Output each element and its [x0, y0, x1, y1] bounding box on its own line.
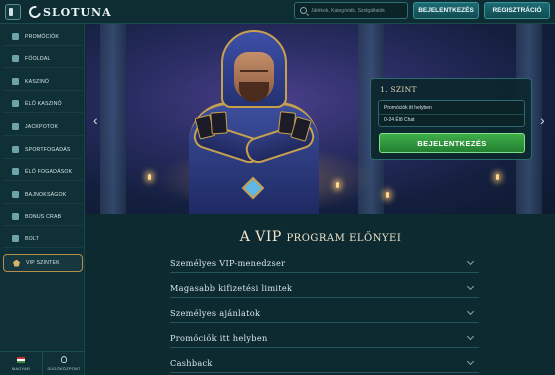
sidebar-footer: MAGYAR SÚGÓKÖZPONT: [0, 351, 85, 375]
sidebar-item-label: VIP SZINTEK: [26, 260, 60, 266]
search-box[interactable]: [294, 2, 408, 19]
vip-title-main: A VIP: [239, 229, 282, 245]
diamond-icon: [13, 259, 20, 267]
pillar-decoration: [100, 24, 126, 214]
site-logo[interactable]: SLOTUNA: [26, 3, 112, 21]
shop-icon: [12, 235, 19, 242]
sidebar-item-label: PROMÓCIÓK: [25, 33, 60, 40]
benefit-label: Magasabb kifizetési limitek: [170, 282, 293, 293]
help-center-label: SÚGÓKÖZPONT: [47, 366, 81, 371]
sidebar-item-vip-levels[interactable]: VIP SZINTEK: [3, 254, 83, 272]
search-input[interactable]: [311, 7, 406, 14]
benefit-accordion-item[interactable]: Személyes ajánlatok: [170, 303, 479, 323]
hooded-wizard-illustration: [171, 30, 336, 214]
chevron-down-icon: [466, 357, 475, 365]
chevron-left-icon[interactable]: ‹: [93, 112, 98, 128]
benefit-accordion-item[interactable]: Magasabb kifizetési limitek: [170, 278, 479, 298]
jackpot-icon: [12, 123, 19, 130]
sidebar-item-home[interactable]: FŐOLDAL: [3, 50, 83, 68]
sidebar-item-bonus-crab[interactable]: BONUS CRAB: [3, 208, 83, 226]
sidebar-item-label: SPORTFOGADÁS: [25, 146, 71, 153]
language-selector[interactable]: MAGYAR: [0, 352, 42, 375]
sidebar-item-label: ÉLŐ KASZINÓ: [25, 100, 62, 107]
gift-icon: [12, 33, 19, 40]
live-betting-icon: [12, 168, 19, 175]
sidebar-item-shop[interactable]: BOLT: [3, 230, 83, 248]
vip-section-title: A VIP program előnyei: [86, 229, 555, 245]
sidebar-item-tournaments[interactable]: BAJNOKSÁGOK: [3, 186, 83, 204]
candle-icon: [496, 174, 499, 180]
level-login-button[interactable]: BEJELENTKEZÉS: [379, 133, 525, 153]
sidebar-item-promotions[interactable]: PROMÓCIÓK: [3, 28, 83, 46]
soccer-ball-icon: [12, 146, 19, 153]
chevron-right-icon[interactable]: ›: [540, 112, 545, 128]
candle-icon: [148, 174, 151, 180]
chevron-down-icon: [466, 332, 475, 340]
level-perks-list: Promóciók itt helyben 0-24 Élő Chat: [378, 100, 525, 127]
logo-text: SLOTUNA: [43, 5, 112, 19]
chevron-down-icon: [466, 307, 475, 315]
help-icon: [61, 356, 67, 363]
candle-icon: [336, 182, 339, 188]
sidebar-item-live-betting[interactable]: ÉLŐ FOGADÁSOK: [3, 163, 83, 181]
sidebar: PROMÓCIÓK FŐOLDAL KASZINÓ ÉLŐ KASZINÓ JA…: [0, 24, 85, 375]
sidebar-item-label: BONUS CRAB: [25, 213, 62, 220]
playing-card-icon: [210, 111, 228, 135]
sidebar-item-label: ÉLŐ FOGADÁSOK: [25, 168, 73, 175]
sidebar-toggle-icon: [9, 8, 13, 16]
sidebar-item-casino[interactable]: KASZINÓ: [3, 73, 83, 91]
top-header: SLOTUNA BEJELENTKEZÉS REGISZTRÁCIÓ: [0, 0, 555, 24]
vip-title-rest: program előnyei: [286, 233, 402, 244]
benefit-accordion-item[interactable]: Cashback: [170, 353, 479, 373]
home-icon: [12, 55, 19, 62]
moon-logo-icon: [26, 3, 44, 21]
sidebar-item-label: JACKPOTOK: [25, 123, 59, 130]
benefit-accordion-item[interactable]: Promóciók itt helyben: [170, 328, 479, 348]
crab-icon: [12, 213, 19, 220]
sidebar-item-label: BOLT: [25, 235, 39, 242]
vip-level-card: 1. SZINT Promóciók itt helyben 0-24 Élő …: [370, 78, 532, 160]
search-icon: [300, 7, 307, 14]
sidebar-item-jackpots[interactable]: JACKPOTOK: [3, 118, 83, 136]
perk-item: Promóciók itt helyben: [384, 105, 432, 111]
live-dealer-icon: [12, 100, 19, 107]
benefit-label: Személyes VIP-menedzser: [170, 257, 286, 268]
level-title: 1. SZINT: [380, 85, 417, 94]
sidebar-item-label: BAJNOKSÁGOK: [25, 191, 67, 198]
benefit-label: Cashback: [170, 357, 213, 368]
chevron-down-icon: [466, 257, 475, 265]
sidebar-item-label: KASZINÓ: [25, 78, 50, 85]
slot-machine-icon: [12, 78, 19, 85]
header-register-button[interactable]: REGISZTRÁCIÓ: [484, 2, 550, 19]
benefit-label: Promóciók itt helyben: [170, 332, 268, 343]
perk-item: 0-24 Élő Chat: [384, 117, 415, 123]
perk-divider: [379, 114, 524, 115]
help-center-link[interactable]: SÚGÓKÖZPONT: [42, 352, 85, 375]
hungarian-flag-icon: [17, 356, 25, 363]
sidebar-toggle-button[interactable]: [5, 4, 21, 20]
sidebar-item-live-casino[interactable]: ÉLŐ KASZINÓ: [3, 95, 83, 113]
sidebar-item-label: FŐOLDAL: [25, 55, 51, 62]
language-label: MAGYAR: [11, 365, 31, 371]
chevron-down-icon: [466, 282, 475, 290]
header-login-button[interactable]: BEJELENTKEZÉS: [413, 2, 479, 19]
benefit-accordion-item[interactable]: Személyes VIP-menedzser: [170, 253, 479, 273]
benefit-label: Személyes ajánlatok: [170, 307, 261, 318]
trophy-icon: [12, 191, 19, 198]
candle-icon: [386, 192, 389, 198]
sidebar-item-sportsbook[interactable]: SPORTFOGADÁS: [3, 141, 83, 159]
